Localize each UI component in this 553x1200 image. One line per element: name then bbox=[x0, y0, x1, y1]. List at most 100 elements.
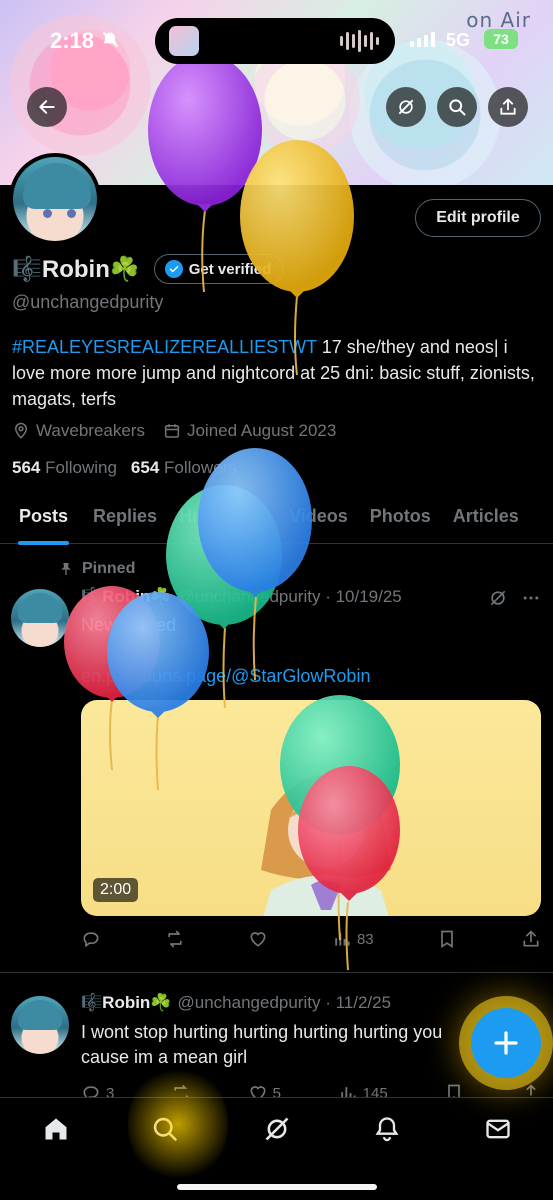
followers-label: Followers bbox=[164, 458, 237, 477]
location-pin-icon bbox=[14, 422, 28, 439]
share-button[interactable] bbox=[488, 87, 528, 127]
verified-badge-icon bbox=[164, 260, 183, 278]
calendar-icon bbox=[164, 424, 180, 438]
tab-posts[interactable]: Posts bbox=[0, 492, 79, 545]
pinned-indicator: Pinned bbox=[58, 560, 135, 578]
share-icon bbox=[500, 98, 516, 115]
post-header: 🎼Robin☘️ @unchangedpurity · 11/2/25 bbox=[81, 993, 391, 1013]
home-indicator[interactable] bbox=[177, 1184, 377, 1190]
dynamic-island[interactable] bbox=[155, 18, 395, 64]
following-count: 564 bbox=[12, 458, 41, 477]
profile-meta: Wavebreakers Joined August 2023 bbox=[12, 421, 336, 441]
profile-name-row: 🎼Robin☘️ Get verified bbox=[12, 254, 285, 284]
search-button[interactable] bbox=[437, 87, 477, 127]
video-duration: 2:00 bbox=[93, 878, 139, 902]
following-link[interactable]: 564 Following bbox=[12, 458, 117, 478]
followers-count: 654 bbox=[130, 458, 160, 477]
home-icon bbox=[45, 1118, 67, 1140]
get-verified-button[interactable]: Get verified bbox=[153, 254, 285, 284]
heart-icon bbox=[250, 932, 266, 947]
repost-button[interactable] bbox=[165, 929, 185, 949]
views-button[interactable]: 83 bbox=[332, 929, 374, 949]
mail-icon bbox=[486, 1119, 510, 1139]
share-post-button[interactable] bbox=[521, 929, 541, 949]
grok-button[interactable] bbox=[386, 87, 426, 127]
more-options-icon[interactable] bbox=[520, 588, 542, 608]
nav-messages[interactable] bbox=[483, 1114, 513, 1144]
avatar-hair bbox=[18, 593, 62, 623]
profile-handle: @unchangedpurity bbox=[12, 292, 164, 312]
video-thumbnail-character bbox=[261, 775, 391, 916]
back-button[interactable] bbox=[27, 87, 67, 127]
avatar-hair bbox=[23, 163, 91, 209]
repost-icon bbox=[167, 930, 182, 948]
battery-indicator: 73 bbox=[484, 29, 518, 49]
pin-icon bbox=[61, 563, 71, 575]
grok-icon bbox=[398, 99, 414, 115]
views-count: 83 bbox=[356, 930, 374, 948]
audio-waveform-icon bbox=[340, 30, 379, 52]
tab-articles[interactable]: Articles bbox=[442, 492, 530, 544]
tab-replies[interactable]: Replies bbox=[79, 492, 168, 544]
blue-balloon bbox=[198, 448, 312, 681]
edit-profile-button[interactable]: Edit profile bbox=[415, 199, 541, 237]
get-verified-label: Get verified bbox=[188, 260, 272, 278]
avatar-hair bbox=[18, 1000, 62, 1030]
post-author-name[interactable]: 🎼Robin☘️ bbox=[81, 993, 172, 1013]
post-author-name[interactable]: 🎼Robin☘️ bbox=[81, 587, 172, 607]
bio-hashtag-link[interactable]: #REALEYESREALIZEREALLIESTWT bbox=[12, 337, 317, 357]
post-text: New pinned bbox=[81, 615, 177, 635]
post-video[interactable]: 2:00 bbox=[81, 700, 541, 916]
share-icon bbox=[523, 930, 539, 947]
pinned-label: Pinned bbox=[82, 560, 136, 577]
bookmark-button[interactable] bbox=[437, 929, 457, 949]
post-text-line-1: I wont stop hurting hurting hurting hurt… bbox=[81, 1022, 443, 1042]
tab-photos[interactable]: Photos bbox=[359, 492, 442, 544]
tab-videos[interactable]: Videos bbox=[278, 492, 359, 544]
nav-notifications[interactable] bbox=[372, 1114, 402, 1144]
compose-button[interactable] bbox=[471, 1008, 541, 1078]
post-author-meta: @unchangedpurity · 11/2/25 bbox=[177, 993, 392, 1012]
post-author-meta: @unchangedpurity · 10/19/25 bbox=[177, 587, 402, 606]
grok-explain-icon[interactable] bbox=[488, 588, 508, 608]
bell-icon bbox=[375, 1117, 399, 1142]
follow-stats: 564 Following 654 Followers bbox=[12, 458, 237, 478]
avatar-eye bbox=[67, 209, 76, 218]
status-bar: 2:18 5G 73 bbox=[0, 0, 553, 64]
post-actions: 83 bbox=[81, 929, 541, 949]
post-divider bbox=[0, 972, 553, 973]
profile-tabs: Posts Replies Highlights Videos Photos A… bbox=[0, 492, 553, 545]
cellular-signal-icon bbox=[410, 32, 435, 47]
location-text: Wavebreakers bbox=[36, 421, 145, 440]
views-chart-icon bbox=[335, 933, 350, 946]
followers-link[interactable]: 654 Followers bbox=[131, 458, 237, 478]
grok-icon bbox=[265, 1117, 289, 1141]
profile-name: 🎼Robin☘️ bbox=[12, 255, 140, 283]
now-playing-artwork bbox=[169, 26, 199, 56]
post-avatar[interactable] bbox=[11, 996, 69, 1054]
nav-grok[interactable] bbox=[262, 1114, 292, 1144]
location-item: Wavebreakers bbox=[12, 421, 145, 441]
tab-highlights[interactable]: Highlights bbox=[168, 492, 278, 544]
network-type: 5G bbox=[446, 30, 471, 50]
confetti-glow bbox=[128, 1064, 228, 1184]
nav-home[interactable] bbox=[41, 1114, 71, 1144]
back-arrow-icon bbox=[39, 100, 55, 114]
joined-text: Joined August 2023 bbox=[186, 421, 337, 440]
joined-item: Joined August 2023 bbox=[163, 421, 336, 441]
post-link[interactable]: en.pronouns.page/@StarGlowRobin bbox=[81, 664, 370, 689]
bookmark-icon bbox=[441, 930, 454, 949]
plus-icon bbox=[494, 1031, 518, 1055]
avatar-eye bbox=[43, 209, 52, 218]
reply-button[interactable] bbox=[81, 929, 101, 949]
reply-icon bbox=[83, 932, 99, 948]
search-icon bbox=[449, 99, 466, 116]
following-label: Following bbox=[45, 458, 117, 477]
post-avatar[interactable] bbox=[11, 589, 69, 647]
like-button[interactable] bbox=[248, 929, 268, 949]
profile-avatar[interactable] bbox=[9, 153, 101, 245]
profile-bio: #REALEYESREALIZEREALLIESTWT 17 she/they … bbox=[12, 334, 542, 412]
bell-muted-icon bbox=[102, 31, 119, 48]
status-time: 2:18 bbox=[50, 28, 95, 53]
post-header: 🎼Robin☘️ @unchangedpurity · 10/19/25 bbox=[81, 587, 402, 607]
